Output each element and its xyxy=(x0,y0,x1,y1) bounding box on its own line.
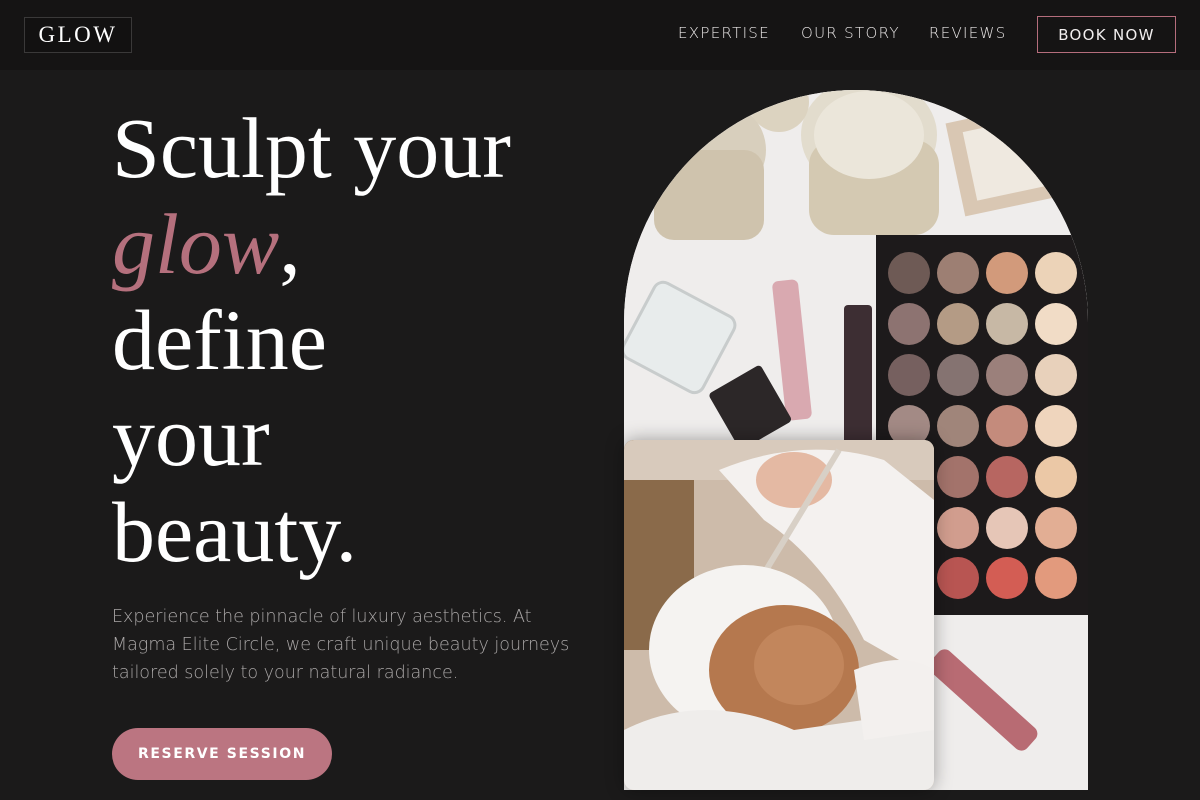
nav-link-our-story[interactable]: OUR STORY xyxy=(801,24,900,42)
headline-line-1: Sculpt your xyxy=(112,100,511,196)
hero-description: Experience the pinnacle of luxury aesthe… xyxy=(112,607,570,683)
headline-line-5: beauty. xyxy=(112,484,358,580)
headline-accent-word: glow xyxy=(112,196,280,292)
facial-treatment-image xyxy=(624,440,934,790)
nav-link-reviews[interactable]: REVIEWS xyxy=(929,24,1007,42)
brand-logo[interactable]: GLOW xyxy=(24,17,132,53)
headline-comma: , xyxy=(279,196,301,292)
nav-link-expertise[interactable]: EXPERTISE xyxy=(678,24,770,42)
hero-headline: Sculpt your glow, define your beauty. xyxy=(112,100,511,580)
headline-line-3: define xyxy=(112,292,327,388)
book-now-button[interactable]: BOOK NOW xyxy=(1037,16,1176,53)
site-header: GLOW EXPERTISE OUR STORY REVIEWS BOOK NO… xyxy=(0,0,1200,70)
reserve-session-button[interactable]: RESERVE SESSION xyxy=(112,728,332,780)
headline-line-4: your xyxy=(112,388,270,484)
